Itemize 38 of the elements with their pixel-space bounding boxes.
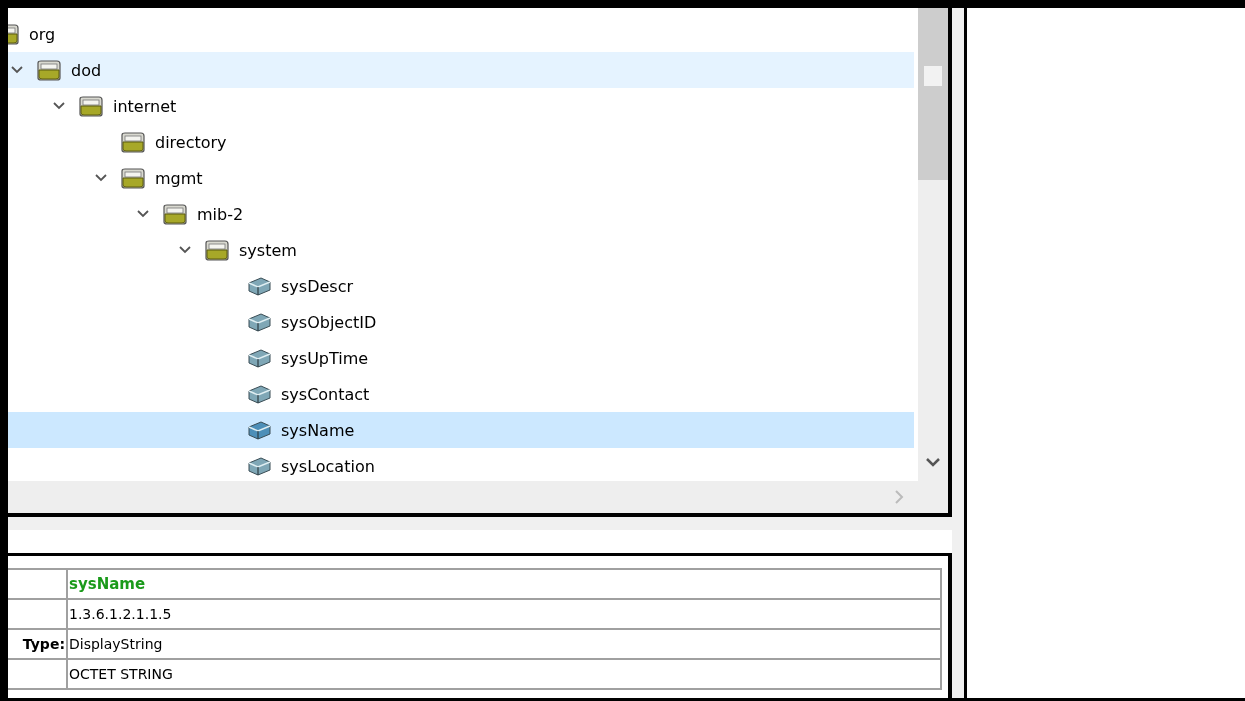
field-label	[8, 659, 67, 689]
tree-item[interactable]: mgmt	[8, 160, 914, 196]
vertical-scrollbar[interactable]	[918, 8, 948, 481]
scrollbar-thumb[interactable]	[918, 8, 948, 180]
splitter[interactable]	[952, 8, 967, 698]
field-label	[8, 569, 67, 599]
folder-icon	[120, 131, 146, 153]
tree-item[interactable]: directory	[8, 124, 914, 160]
field-label: Type:	[8, 629, 67, 659]
tree-item[interactable]: system	[8, 232, 914, 268]
tree-item[interactable]: sysUpTime	[8, 340, 914, 376]
folder-icon	[120, 167, 146, 189]
tree-item[interactable]: dod	[8, 52, 914, 88]
server-icon	[246, 455, 272, 477]
field-value: OCTET STRING	[67, 659, 941, 689]
server-icon	[246, 419, 272, 441]
horizontal-scrollbar[interactable]	[8, 481, 948, 513]
field-value: 1.3.6.1.2.1.1.5	[67, 599, 941, 629]
tree-item[interactable]: internet	[8, 88, 914, 124]
field-label	[8, 599, 67, 629]
folder-icon	[162, 203, 188, 225]
field-value: sysName	[67, 569, 941, 599]
server-icon	[246, 275, 272, 297]
chevron-down-icon[interactable]	[926, 458, 940, 467]
tree-item[interactable]: sysContact	[8, 376, 914, 412]
field-value: DisplayString	[67, 629, 941, 659]
tree-item[interactable]: sysName	[8, 412, 914, 448]
tree-item[interactable]: sysLocation	[8, 448, 914, 481]
server-icon	[246, 347, 272, 369]
server-icon	[246, 383, 272, 405]
server-icon	[246, 311, 272, 333]
tree-item[interactable]: sysObjectID	[8, 304, 914, 340]
folder-icon	[36, 59, 62, 81]
folder-icon	[78, 95, 104, 117]
tree-item[interactable]: sysDescr	[8, 268, 914, 304]
folder-icon	[204, 239, 230, 261]
tree-item[interactable]: org	[8, 16, 914, 52]
tree-item[interactable]: mib-2	[8, 196, 914, 232]
